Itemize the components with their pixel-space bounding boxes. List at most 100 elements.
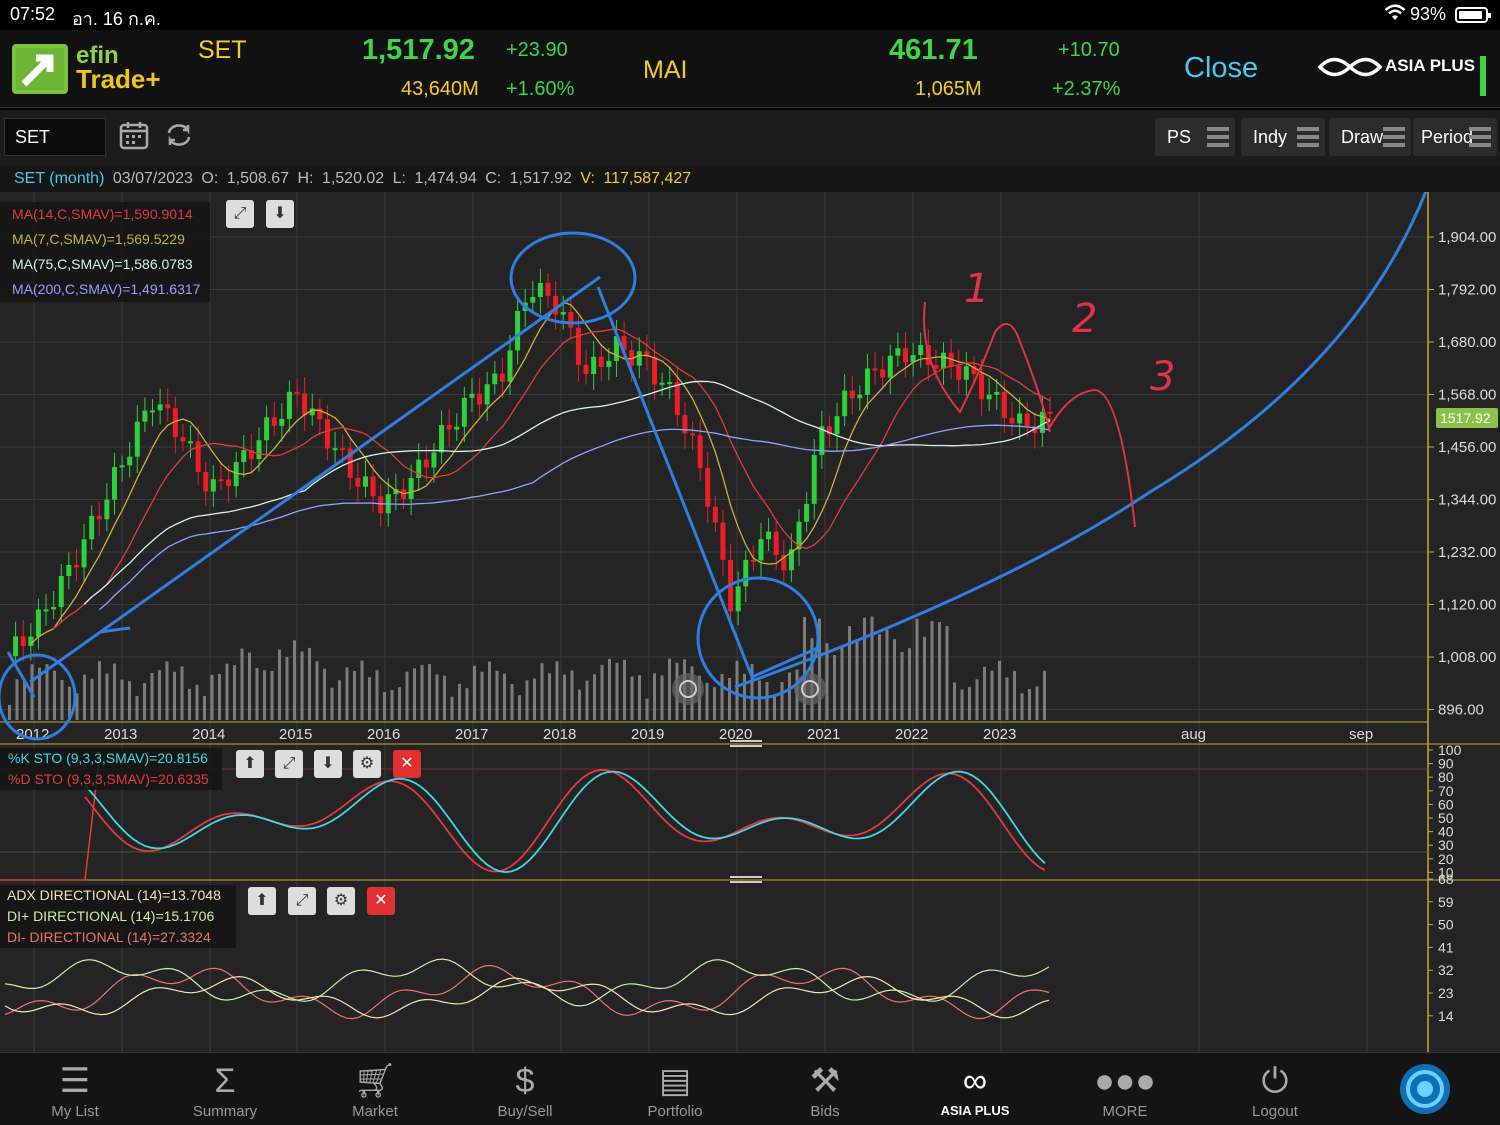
price-axis-label: 1,008.00 bbox=[1438, 649, 1496, 666]
candle-body bbox=[560, 312, 566, 315]
volume-bar bbox=[480, 671, 484, 720]
candle-body bbox=[545, 282, 551, 296]
status-time: 07:52 bbox=[10, 4, 56, 24]
nav-more[interactable]: ●●● MORE bbox=[1050, 1053, 1200, 1125]
info-date: 03/07/2023 bbox=[112, 170, 193, 187]
adx-legend-diminus: DI- DIRECTIONAL (14)=27.3324 bbox=[7, 929, 211, 945]
volume-bar bbox=[143, 683, 146, 720]
ma14-legend: MA(14,C,SMAV)=1,590.9014 bbox=[12, 206, 193, 222]
nav-market[interactable]: 🛒︎ Market bbox=[300, 1053, 450, 1125]
candle-body bbox=[864, 368, 870, 395]
settings-gear-icon[interactable]: ⚙ bbox=[353, 750, 381, 778]
expand-icon[interactable]: ⤢ bbox=[226, 200, 254, 228]
arrow-down-icon[interactable]: ⬇ bbox=[266, 200, 294, 228]
volume-bar bbox=[945, 626, 949, 720]
volume-bar bbox=[315, 661, 319, 720]
calendar-icon[interactable] bbox=[118, 120, 150, 152]
volume-bar bbox=[705, 682, 709, 720]
assistive-touch-button[interactable] bbox=[1380, 1053, 1470, 1125]
candle-body bbox=[378, 496, 384, 514]
period-button[interactable]: Period bbox=[1413, 118, 1497, 156]
volume-bar bbox=[165, 661, 169, 720]
volume-bar bbox=[765, 682, 769, 720]
candle-body bbox=[111, 467, 117, 500]
drawing-handle bbox=[794, 673, 826, 705]
menu-icon bbox=[1469, 127, 1491, 147]
symbol-input[interactable]: SET bbox=[4, 118, 106, 156]
volume-bar bbox=[915, 618, 919, 720]
volume-bar bbox=[533, 678, 536, 720]
expand-icon[interactable]: ⤢ bbox=[275, 750, 303, 778]
arrow-up-icon[interactable]: ⬆ bbox=[248, 887, 276, 915]
efin-logo-icon bbox=[12, 44, 68, 94]
volume-bar bbox=[390, 690, 394, 720]
candle-body bbox=[58, 576, 64, 607]
arrow-up-icon[interactable]: ⬆ bbox=[236, 750, 264, 778]
volume-bar bbox=[323, 668, 326, 720]
volume-bar bbox=[930, 621, 934, 720]
nav-my-list[interactable]: ☰ My List bbox=[0, 1053, 150, 1125]
volume-bar bbox=[518, 695, 521, 720]
volume-bar bbox=[555, 661, 559, 720]
nav-portfolio[interactable]: ▤ Portfolio bbox=[600, 1053, 750, 1125]
volume-bar bbox=[330, 687, 334, 720]
candle-body bbox=[651, 356, 657, 385]
candle-body bbox=[1017, 413, 1023, 424]
candle-body bbox=[370, 476, 376, 497]
nav-asiaplus[interactable]: ∞ ASIA PLUS bbox=[900, 1053, 1050, 1125]
draw-button[interactable]: Draw bbox=[1329, 118, 1411, 156]
ps-button[interactable]: PS bbox=[1155, 118, 1235, 156]
info-close-label: C: bbox=[485, 170, 502, 187]
volume-bar bbox=[585, 680, 589, 720]
volume-bar bbox=[473, 665, 476, 720]
candle-body bbox=[180, 437, 186, 442]
indy-button-label: Indy bbox=[1253, 127, 1288, 147]
volume-bar bbox=[900, 651, 904, 720]
volume-bar bbox=[923, 636, 926, 720]
info-open: 1,508.67 bbox=[226, 170, 290, 187]
price-axis-label: 1,344.00 bbox=[1438, 492, 1496, 509]
volume-bar bbox=[623, 659, 626, 720]
expand-icon[interactable]: ⤢ bbox=[288, 887, 316, 915]
price-axis-label: 896.00 bbox=[1438, 702, 1484, 719]
candle-body bbox=[423, 459, 429, 468]
volume-bar bbox=[960, 689, 964, 720]
volume-bar bbox=[285, 656, 289, 720]
arrow-down-icon[interactable]: ⬇ bbox=[314, 750, 342, 778]
settings-gear-icon[interactable]: ⚙ bbox=[327, 887, 355, 915]
volume-bar bbox=[218, 673, 221, 720]
set-index-name[interactable]: SET bbox=[198, 36, 247, 65]
volume-bar bbox=[458, 683, 461, 720]
volume-bar bbox=[728, 677, 731, 720]
nav-buy-sell[interactable]: $ Buy/Sell bbox=[450, 1053, 600, 1125]
volume-bar bbox=[195, 684, 199, 720]
nav-bids[interactable]: ⚒ Bids bbox=[750, 1053, 900, 1125]
date-axis-label: 2016 bbox=[367, 726, 400, 743]
candle-body bbox=[454, 426, 460, 430]
battery-icon bbox=[1455, 7, 1491, 23]
volume-bar bbox=[563, 674, 566, 720]
candle-body bbox=[264, 417, 270, 441]
volume-bar bbox=[53, 670, 56, 720]
mai-index-volume: 1,065M bbox=[915, 78, 982, 100]
nav-logout[interactable]: ⏻ Logout bbox=[1200, 1053, 1350, 1125]
nav-label: Bids bbox=[810, 1103, 840, 1120]
refresh-icon[interactable] bbox=[163, 120, 195, 152]
close-icon[interactable]: ✕ bbox=[367, 887, 395, 915]
cart-icon: 🛒︎ bbox=[353, 1062, 397, 1100]
indy-button[interactable]: Indy bbox=[1241, 118, 1325, 156]
volume-bar bbox=[338, 680, 341, 720]
annotation-label: 2 bbox=[1072, 296, 1097, 342]
nav-summary[interactable]: Σ Summary bbox=[150, 1053, 300, 1125]
volume-bar bbox=[158, 670, 161, 720]
candle-body bbox=[484, 384, 490, 405]
volume-bar bbox=[668, 658, 671, 720]
volume-bar bbox=[420, 664, 424, 720]
volume-bar bbox=[990, 670, 994, 720]
volume-bar bbox=[248, 652, 251, 720]
candle-body bbox=[127, 456, 133, 466]
candle-body bbox=[667, 382, 673, 385]
close-icon[interactable]: ✕ bbox=[393, 750, 421, 778]
candle-body bbox=[720, 522, 726, 560]
mai-index-name[interactable]: MAI bbox=[643, 56, 687, 85]
